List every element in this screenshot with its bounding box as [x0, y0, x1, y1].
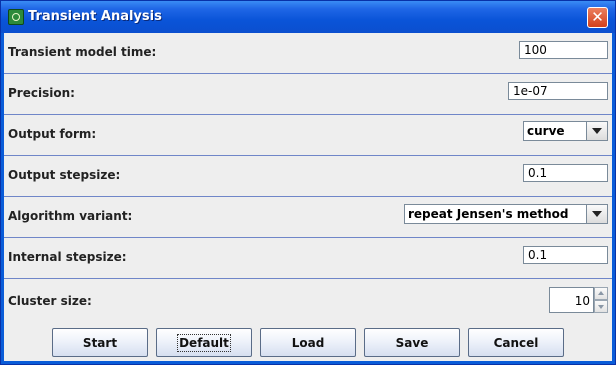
transient-analysis-window: Transient Analysis ✕ Transient model tim…	[0, 0, 616, 365]
algorithm-variant-value: repeat Jensen's method	[408, 207, 569, 221]
model-time-input[interactable]	[519, 41, 608, 59]
output-form-label: Output form:	[8, 127, 97, 141]
row-output-form: Output form: curve	[4, 115, 612, 156]
cluster-size-spinner[interactable]: 10	[549, 287, 608, 313]
cluster-size-label: Cluster size:	[8, 294, 92, 308]
row-algorithm-variant: Algorithm variant: repeat Jensen's metho…	[4, 197, 612, 238]
app-icon	[8, 9, 24, 25]
algorithm-variant-label: Algorithm variant:	[8, 209, 133, 223]
output-stepsize-label: Output stepsize:	[8, 168, 121, 182]
save-button-label: Save	[395, 335, 429, 350]
settings-panel: Transient model time: Precision: Output …	[4, 33, 612, 323]
internal-stepsize-input[interactable]	[523, 246, 608, 264]
precision-label: Precision:	[8, 86, 75, 100]
algorithm-variant-select[interactable]: repeat Jensen's method	[404, 204, 608, 224]
start-button[interactable]: Start	[52, 328, 148, 357]
model-time-label: Transient model time:	[8, 45, 157, 59]
button-bar: Start Default Load Save Cancel	[4, 323, 612, 361]
window-title: Transient Analysis	[28, 9, 162, 24]
close-icon: ✕	[591, 8, 604, 26]
row-output-stepsize: Output stepsize:	[4, 156, 612, 197]
save-button[interactable]: Save	[364, 328, 460, 357]
title-bar[interactable]: Transient Analysis ✕	[1, 1, 615, 33]
output-form-value: curve	[527, 124, 565, 138]
start-button-label: Start	[82, 335, 118, 350]
close-button[interactable]: ✕	[587, 7, 608, 28]
output-stepsize-input[interactable]	[523, 164, 608, 182]
default-button-label: Default	[177, 333, 231, 352]
row-precision: Precision:	[4, 74, 612, 115]
precision-input[interactable]	[508, 82, 608, 100]
cancel-button-label: Cancel	[493, 335, 539, 350]
spinner-down-icon[interactable]	[594, 300, 608, 313]
cluster-size-value[interactable]: 10	[549, 287, 594, 313]
load-button-label: Load	[291, 335, 325, 350]
output-form-select[interactable]: curve	[523, 121, 608, 141]
row-cluster-size: Cluster size: 10	[4, 279, 612, 323]
internal-stepsize-label: Internal stepsize:	[8, 250, 127, 264]
load-button[interactable]: Load	[260, 328, 356, 357]
row-internal-stepsize: Internal stepsize:	[4, 238, 612, 279]
chevron-down-icon[interactable]	[586, 122, 607, 140]
chevron-down-icon[interactable]	[586, 205, 607, 223]
row-model-time: Transient model time:	[4, 33, 612, 74]
spinner-up-icon[interactable]	[594, 287, 608, 300]
cancel-button[interactable]: Cancel	[468, 328, 564, 357]
default-button[interactable]: Default	[156, 328, 252, 357]
